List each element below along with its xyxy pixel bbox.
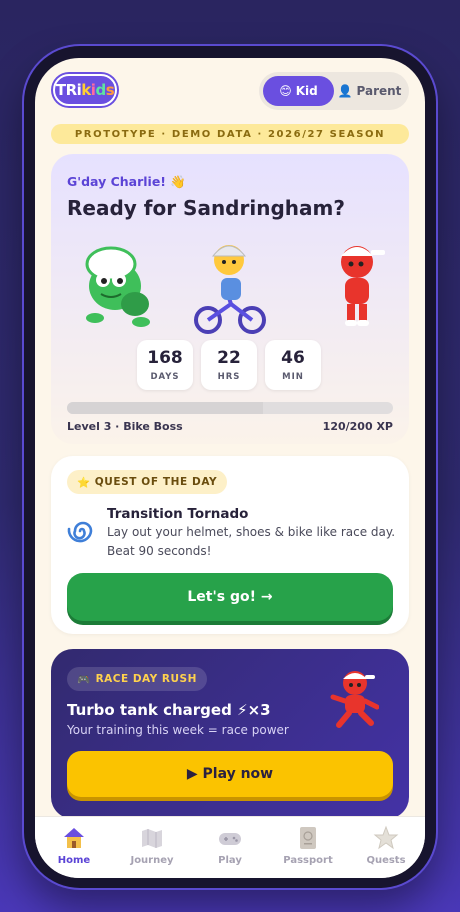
trikids-logo[interactable]: TRi k i d s — [53, 74, 117, 106]
countdown-days-label: DAYS — [150, 372, 180, 382]
lets-go-button[interactable]: Let's go! → — [67, 573, 393, 621]
tab-passport[interactable]: Passport — [269, 817, 347, 878]
race-tag-label: RACE DAY RUSH — [95, 673, 197, 685]
race-countdown: 168 DAYS 22 HRS 46 MIN — [137, 340, 321, 390]
quest-tag: ⭐ QUEST OF THE DAY — [67, 470, 228, 494]
mascots-illustration — [85, 245, 385, 334]
race-title: Turbo tank charged ⚡×3 — [67, 701, 271, 719]
tab-quests-label: Quests — [366, 855, 406, 866]
star-icon: ⭐ — [77, 476, 91, 489]
parent-mode-button[interactable]: 👤 Parent — [334, 76, 405, 106]
hero-headline: Ready for Sandringham? — [67, 196, 345, 220]
tab-play[interactable]: Play — [191, 817, 269, 878]
gamepad-icon: 🎮 — [77, 673, 91, 686]
gamepad-icon — [219, 833, 241, 845]
house-icon — [64, 828, 84, 848]
app-screen: TRi k i d s 😊 Kid 👤 Parent PROTOTYPE · DEMO … — [35, 58, 425, 878]
logo-text-s: s — [105, 81, 115, 99]
map-icon — [142, 829, 162, 848]
quest-title: Transition Tornado — [107, 506, 249, 522]
logo-text-k: k — [81, 81, 91, 99]
logo-text-tri: TRi — [55, 81, 82, 99]
quest-card: ⭐ QUEST OF THE DAY Transition Tornado La… — [51, 456, 409, 634]
parent-person-icon: 👤 — [337, 84, 353, 98]
tab-passport-label: Passport — [283, 855, 333, 866]
countdown-minutes: 46 MIN — [265, 340, 321, 390]
hero-card: G'day Charlie! 👋 Ready for Sandringham? — [51, 154, 409, 444]
level-text: Level 3 · Bike Boss — [67, 420, 183, 433]
xp-progress-bar — [67, 402, 393, 414]
race-subtitle: Your training this week = race power — [67, 723, 289, 737]
countdown-days-value: 168 — [147, 348, 183, 368]
cyclone-icon — [67, 521, 93, 543]
xp-text: 120/200 XP — [322, 420, 393, 433]
turtle-mascot — [85, 246, 150, 327]
parent-mode-label: Parent — [356, 84, 402, 98]
bike-kid-mascot — [194, 245, 266, 334]
tab-quests[interactable]: Quests — [347, 817, 425, 878]
tab-home[interactable]: Home — [35, 817, 113, 878]
xp-progress-fill — [67, 402, 263, 414]
quest-tag-label: QUEST OF THE DAY — [94, 476, 218, 488]
kid-face-icon: 😊 — [279, 84, 292, 98]
tab-home-label: Home — [57, 855, 91, 866]
kid-mode-label: Kid — [295, 84, 318, 98]
star-icon — [373, 825, 399, 850]
countdown-hours: 22 HRS — [201, 340, 257, 390]
red-runner-mascot — [341, 246, 385, 326]
play-now-button[interactable]: ▶ Play now — [67, 751, 393, 797]
tab-play-label: Play — [218, 855, 242, 866]
race-tag: 🎮 RACE DAY RUSH — [67, 667, 207, 691]
kid-mode-button[interactable]: 😊 Kid — [263, 76, 334, 106]
tab-journey[interactable]: Journey — [113, 817, 191, 878]
passport-icon — [300, 827, 316, 849]
logo-text-d: d — [95, 81, 106, 99]
countdown-minutes-value: 46 — [281, 348, 305, 368]
greeting-text: G'day Charlie! 👋 — [67, 174, 186, 189]
countdown-hours-label: HRS — [217, 372, 241, 382]
runner-mascot — [330, 671, 379, 728]
countdown-days: 168 DAYS — [137, 340, 193, 390]
tab-journey-label: Journey — [130, 855, 174, 866]
bottom-tab-bar: Home Journey Play Passport Quests — [35, 816, 425, 878]
prototype-banner: PROTOTYPE · DEMO DATA · 2026/27 SEASON — [51, 124, 409, 144]
mode-toggle: 😊 Kid 👤 Parent — [259, 72, 409, 110]
countdown-hours-value: 22 — [217, 348, 241, 368]
quest-description: Lay out your helmet, shoes & bike like r… — [107, 525, 396, 558]
countdown-minutes-label: MIN — [282, 372, 304, 382]
race-day-rush-card: 🎮 RACE DAY RUSH Turbo tank charged ⚡×3 Y… — [51, 649, 409, 819]
